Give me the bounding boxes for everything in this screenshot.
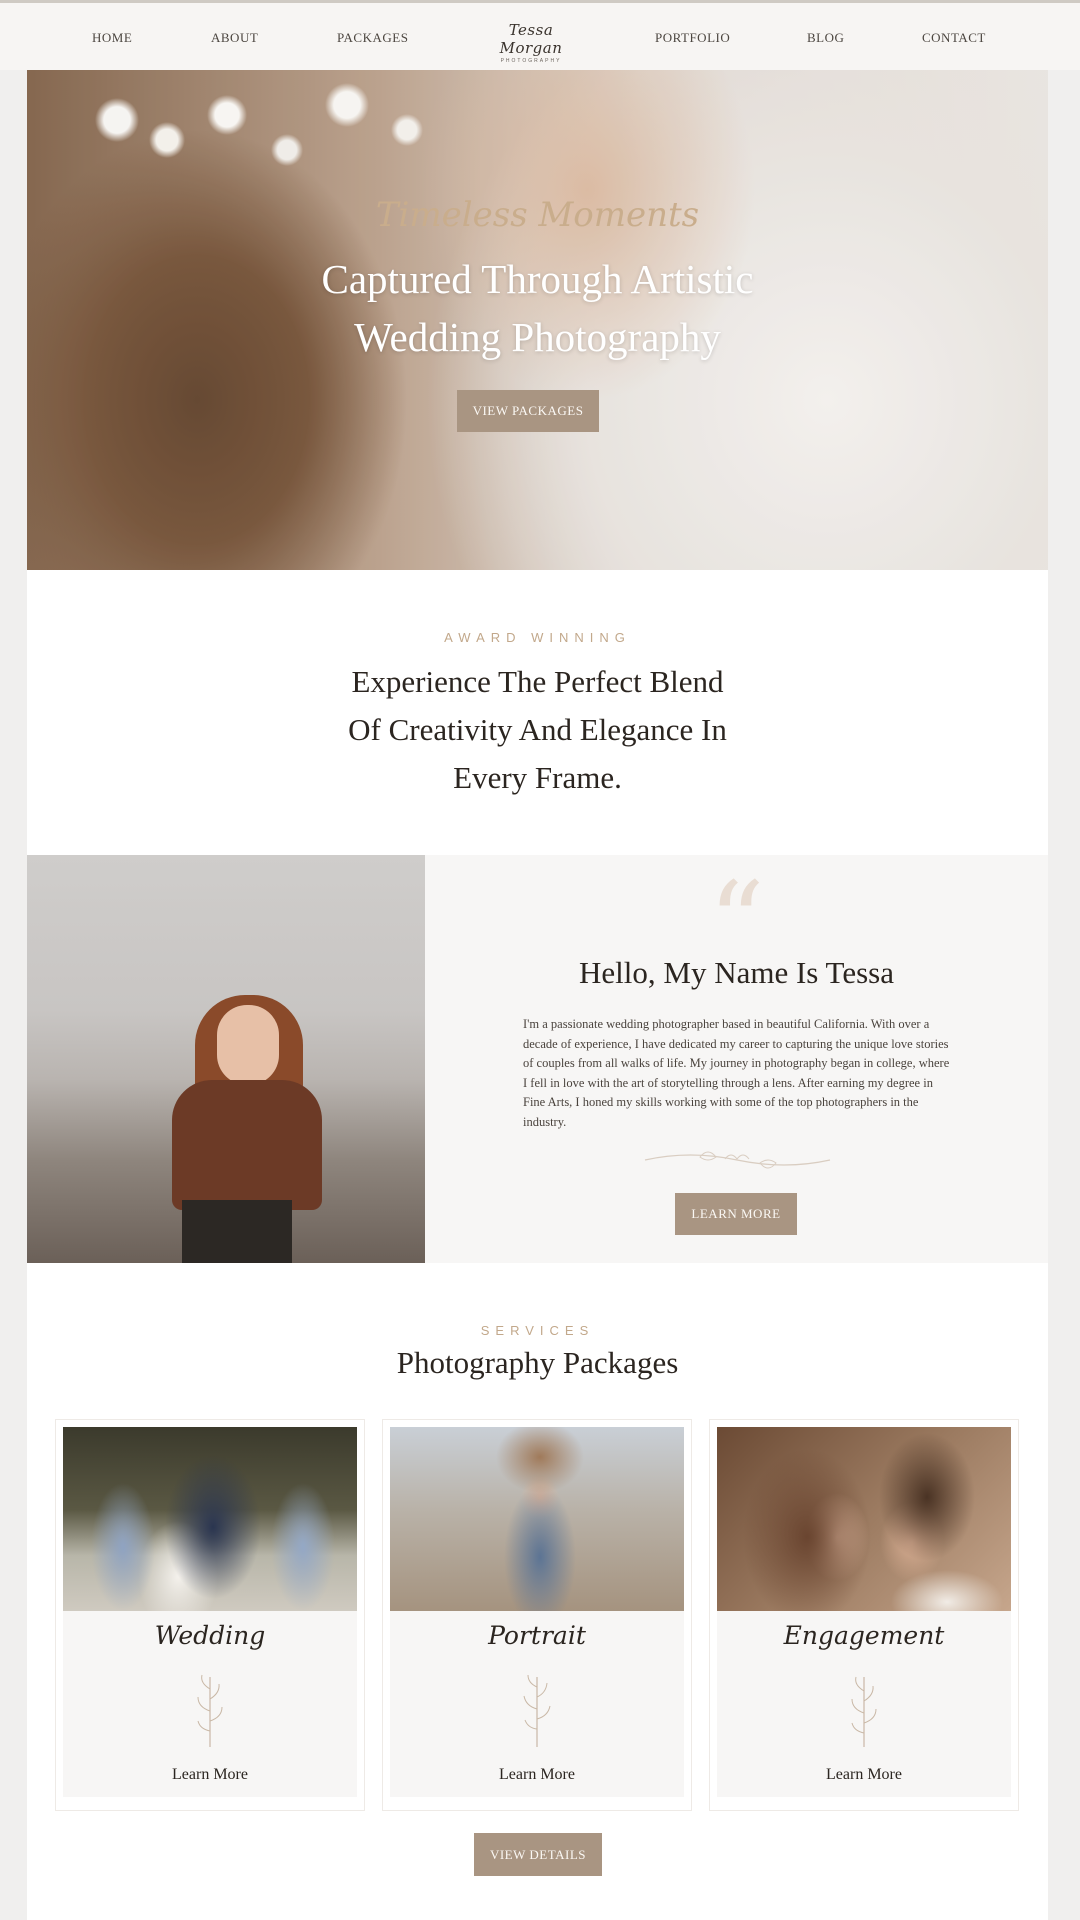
hero-title-line-2: Wedding Photography [354,314,721,360]
top-navigation: HOME ABOUT PACKAGES Tessa Morgan PHOTOGR… [0,0,1080,70]
about-panel: “ Hello, My Name Is Tessa I'm a passiona… [425,855,1048,1263]
page: HOME ABOUT PACKAGES Tessa Morgan PHOTOGR… [0,0,1080,1920]
learn-more-button[interactable]: LEARN MORE [675,1193,797,1235]
card-bottom: Wedding Learn More [63,1611,357,1797]
card-bottom: Portrait Learn More [390,1611,684,1797]
card-title-engagement: Engagement [783,1621,945,1650]
portrait-face [217,1005,279,1085]
about-heading: Hello, My Name Is Tessa [579,955,894,990]
package-card-portrait[interactable]: Portrait Learn More [382,1419,692,1811]
package-card-wedding[interactable]: Wedding Learn More [55,1419,365,1811]
nav-blog[interactable]: BLOG [807,30,844,46]
nav-home[interactable]: HOME [92,30,132,46]
intro-heading-line-3: Every Frame. [453,760,622,795]
portrait-shirt [172,1080,322,1210]
card-title-portrait: Portrait [488,1621,586,1650]
intro-heading: Experience The Perfect Blend Of Creativi… [27,658,1048,802]
nav-about[interactable]: ABOUT [211,30,258,46]
wedding-photo [63,1427,357,1611]
logo-subtitle: PHOTOGRAPHY [500,58,562,64]
portrait-pants [182,1200,292,1263]
hero-section: Timeless Moments Captured Through Artist… [27,70,1048,570]
engagement-photo [717,1427,1011,1611]
award-winning-eyebrow: AWARD WINNING [444,630,631,645]
hero-script-heading: Timeless Moments [375,195,700,235]
card-title-wedding: Wedding [154,1621,266,1650]
botanical-sprig-icon [523,1674,551,1747]
portrait-photo [390,1427,684,1611]
intro-section: AWARD WINNING Experience The Perfect Ble… [27,570,1048,855]
package-card-engagement[interactable]: Engagement Learn More [709,1419,1019,1811]
view-packages-button[interactable]: VIEW PACKAGES [457,390,599,432]
wedding-learn-more-link[interactable]: Learn More [63,1766,357,1784]
intro-heading-line-2: Of Creativity And Elegance In [348,712,727,747]
botanical-sprig-icon [197,1674,223,1747]
floral-divider-icon [644,1151,831,1169]
services-section: SERVICES Photography Packages Wedding Le… [27,1263,1048,1920]
intro-heading-line-1: Experience The Perfect Blend [351,664,724,699]
logo-script: Tessa Morgan [499,21,563,57]
services-eyebrow: SERVICES [480,1323,595,1338]
services-title: Photography Packages [396,1345,679,1380]
tessa-portrait-photo [27,855,425,1263]
nav-portfolio[interactable]: PORTFOLIO [655,30,730,46]
portrait-learn-more-link[interactable]: Learn More [390,1766,684,1784]
view-details-button[interactable]: VIEW DETAILS [474,1833,602,1876]
nav-packages[interactable]: PACKAGES [337,30,408,46]
botanical-sprig-icon [851,1676,877,1747]
engagement-learn-more-link[interactable]: Learn More [717,1766,1011,1784]
about-body-text: I'm a passionate wedding photographer ba… [523,1017,950,1129]
nav-contact[interactable]: CONTACT [922,30,986,46]
hero-title-line-1: Captured Through Artistic [321,256,754,302]
site-logo[interactable]: Tessa Morgan PHOTOGRAPHY [476,21,586,64]
card-bottom: Engagement Learn More [717,1611,1011,1797]
hero-title: Captured Through Artistic Wedding Photog… [27,250,1048,366]
